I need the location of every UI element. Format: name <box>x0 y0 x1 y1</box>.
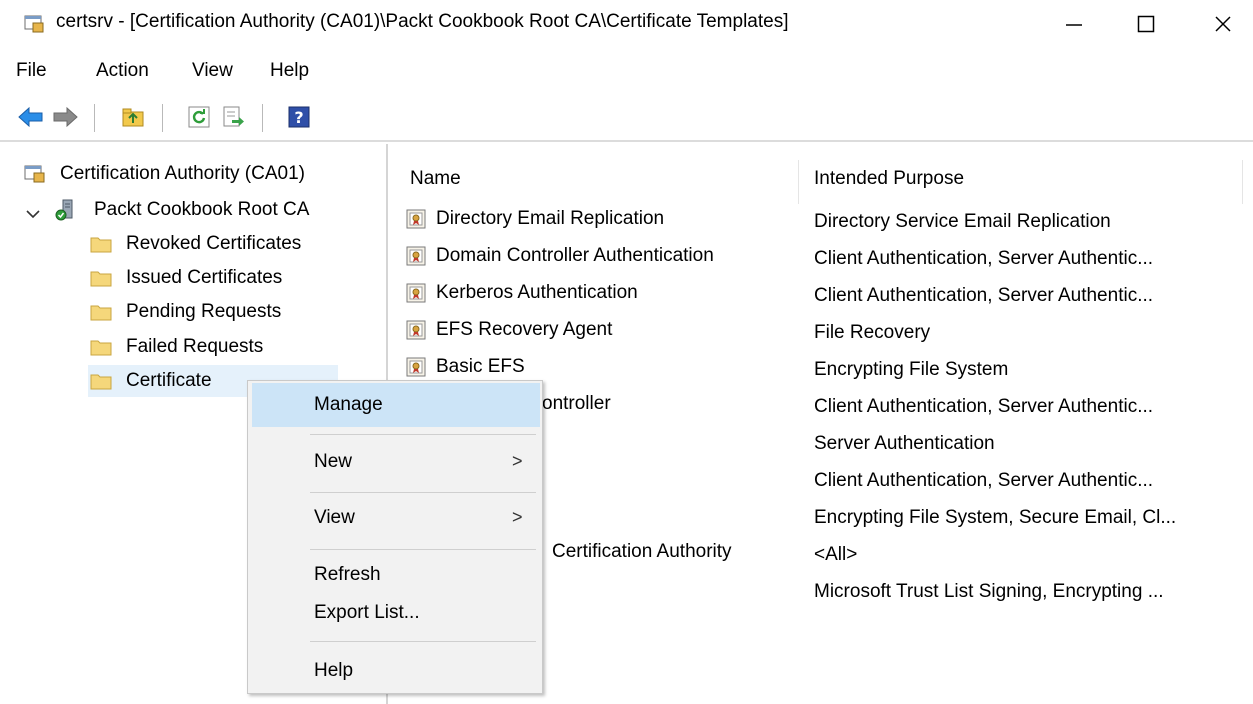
menu-item-label: New <box>314 451 353 472</box>
template-name: Basic EFS <box>436 356 525 377</box>
menu-file[interactable]: File <box>16 60 47 82</box>
menu-item-label: Manage <box>314 394 383 415</box>
svg-text:?: ? <box>294 108 303 127</box>
template-name: Directory Email Replication <box>436 208 665 229</box>
tree-item-label: Certification Authority (CA01) <box>60 163 305 184</box>
title-bar: certsrv - [Certification Authority (CA01… <box>0 0 1253 48</box>
menu-item-label: View <box>314 507 355 528</box>
certsrv-app-icon <box>24 14 44 34</box>
tree-item-label: Failed Requests <box>126 336 264 357</box>
folder-icon <box>90 235 112 253</box>
folder-icon <box>90 372 112 390</box>
template-name-cell: Directory Email Replication <box>406 208 664 230</box>
intended-purpose: Encrypting File System <box>814 359 1009 380</box>
back-arrow-icon[interactable] <box>18 104 44 130</box>
tree-item-label: Revoked Certificates <box>126 233 302 254</box>
tree-item-issued-certificates[interactable]: Issued Certificates <box>90 262 282 294</box>
certificate-authority-icon <box>24 164 46 184</box>
toolbar-separator <box>262 104 263 132</box>
tree-item-packt-root-ca[interactable]: Packt Cookbook Root CA <box>54 194 309 226</box>
menu-separator <box>310 549 536 550</box>
menu-bar: File Action View Help <box>0 54 1253 90</box>
tree-item-failed-requests[interactable]: Failed Requests <box>90 331 263 363</box>
help-icon[interactable]: ? <box>286 104 312 130</box>
template-name-cell: ontroller <box>542 393 611 415</box>
context-menu-new[interactable]: New > <box>252 440 540 484</box>
folder-icon <box>90 338 112 356</box>
folder-icon <box>90 303 112 321</box>
intended-purpose: File Recovery <box>814 322 931 343</box>
certificate-template-icon <box>406 320 426 340</box>
table-row[interactable]: Kerberos Authentication Client Authentica… <box>392 278 1253 314</box>
table-row[interactable]: Directory Email Replication Directory Ser… <box>392 204 1253 240</box>
menu-action[interactable]: Action <box>96 60 149 82</box>
intended-purpose: Directory Service Email Replication <box>814 211 1111 232</box>
intended-purpose: Client Authentication, Server Authentic.… <box>814 470 1154 491</box>
toolbar: ? <box>0 96 1253 142</box>
minimize-button[interactable] <box>1046 0 1102 48</box>
column-divider[interactable] <box>1242 160 1243 204</box>
submenu-arrow-icon: > <box>512 451 523 471</box>
column-header-intended-purpose[interactable]: Intended Purpose <box>814 168 964 190</box>
folder-icon <box>90 269 112 287</box>
server-ca-icon <box>54 199 76 221</box>
menu-separator <box>310 641 536 642</box>
template-name: Certification Authority <box>552 541 732 562</box>
tree-item-revoked-certificates[interactable]: Revoked Certificates <box>90 228 301 260</box>
context-menu-help[interactable]: Help <box>252 649 540 693</box>
certificate-template-icon <box>406 283 426 303</box>
menu-separator <box>310 434 536 435</box>
menu-item-label: Help <box>314 660 354 681</box>
template-name: ontroller <box>542 393 611 414</box>
export-list-icon[interactable] <box>220 104 246 130</box>
tree-item-ca-root[interactable]: Certification Authority (CA01) <box>24 158 305 190</box>
window-title: certsrv - [Certification Authority (CA01… <box>56 11 789 32</box>
template-name: Kerberos Authentication <box>436 282 638 303</box>
column-divider[interactable] <box>798 160 799 204</box>
table-row[interactable]: Domain Controller Authentication Client A… <box>392 241 1253 277</box>
menu-item-label: Refresh <box>314 564 381 585</box>
context-menu-view[interactable]: View > <box>252 496 540 540</box>
certificate-template-icon <box>406 246 426 266</box>
template-name: Domain Controller Authentication <box>436 245 714 266</box>
menu-separator <box>310 492 536 493</box>
tree-item-label: Pending Requests <box>126 301 282 322</box>
menu-view[interactable]: View <box>192 60 233 82</box>
tree-item-label: Issued Certificates <box>126 267 283 288</box>
up-folder-icon[interactable] <box>120 104 146 130</box>
certificate-template-icon <box>406 209 426 229</box>
intended-purpose: Microsoft Trust List Signing, Encrypting… <box>814 581 1164 602</box>
table-row[interactable]: EFS Recovery Agent File Recovery <box>392 315 1253 351</box>
tree-item-pending-requests[interactable]: Pending Requests <box>90 296 281 328</box>
context-menu: Manage New > View > Refresh Export List.… <box>247 380 543 694</box>
template-name-cell: Certification Authority <box>552 541 732 563</box>
tree-item-label: Certificate <box>126 370 212 391</box>
tree-item-label: Packt Cookbook Root CA <box>94 199 310 220</box>
intended-purpose: Server Authentication <box>814 433 995 454</box>
toolbar-separator <box>94 104 95 132</box>
template-name: EFS Recovery Agent <box>436 319 613 340</box>
intended-purpose: <All> <box>814 544 858 565</box>
template-name-cell: Domain Controller Authentication <box>406 245 714 267</box>
forward-arrow-icon[interactable] <box>52 104 78 130</box>
menu-item-label: Export List... <box>314 602 420 623</box>
template-name-cell: Kerberos Authentication <box>406 282 638 304</box>
context-menu-export-list[interactable]: Export List... <box>252 591 540 635</box>
intended-purpose: Client Authentication, Server Authentic.… <box>814 285 1154 306</box>
intended-purpose: Client Authentication, Server Authentic.… <box>814 396 1154 417</box>
intended-purpose: Client Authentication, Server Authentic.… <box>814 248 1154 269</box>
maximize-button[interactable] <box>1118 0 1174 48</box>
submenu-arrow-icon: > <box>512 507 523 527</box>
column-header-name[interactable]: Name <box>410 168 461 190</box>
close-button[interactable] <box>1195 0 1251 48</box>
intended-purpose: Encrypting File System, Secure Email, Cl… <box>814 507 1177 528</box>
context-menu-manage[interactable]: Manage <box>252 383 540 427</box>
refresh-icon[interactable] <box>186 104 212 130</box>
template-name-cell: Basic EFS <box>406 356 525 378</box>
certificate-template-icon <box>406 357 426 377</box>
menu-help[interactable]: Help <box>270 60 309 82</box>
chevron-down-icon[interactable] <box>25 206 41 222</box>
template-name-cell: EFS Recovery Agent <box>406 319 612 341</box>
toolbar-separator <box>162 104 163 132</box>
